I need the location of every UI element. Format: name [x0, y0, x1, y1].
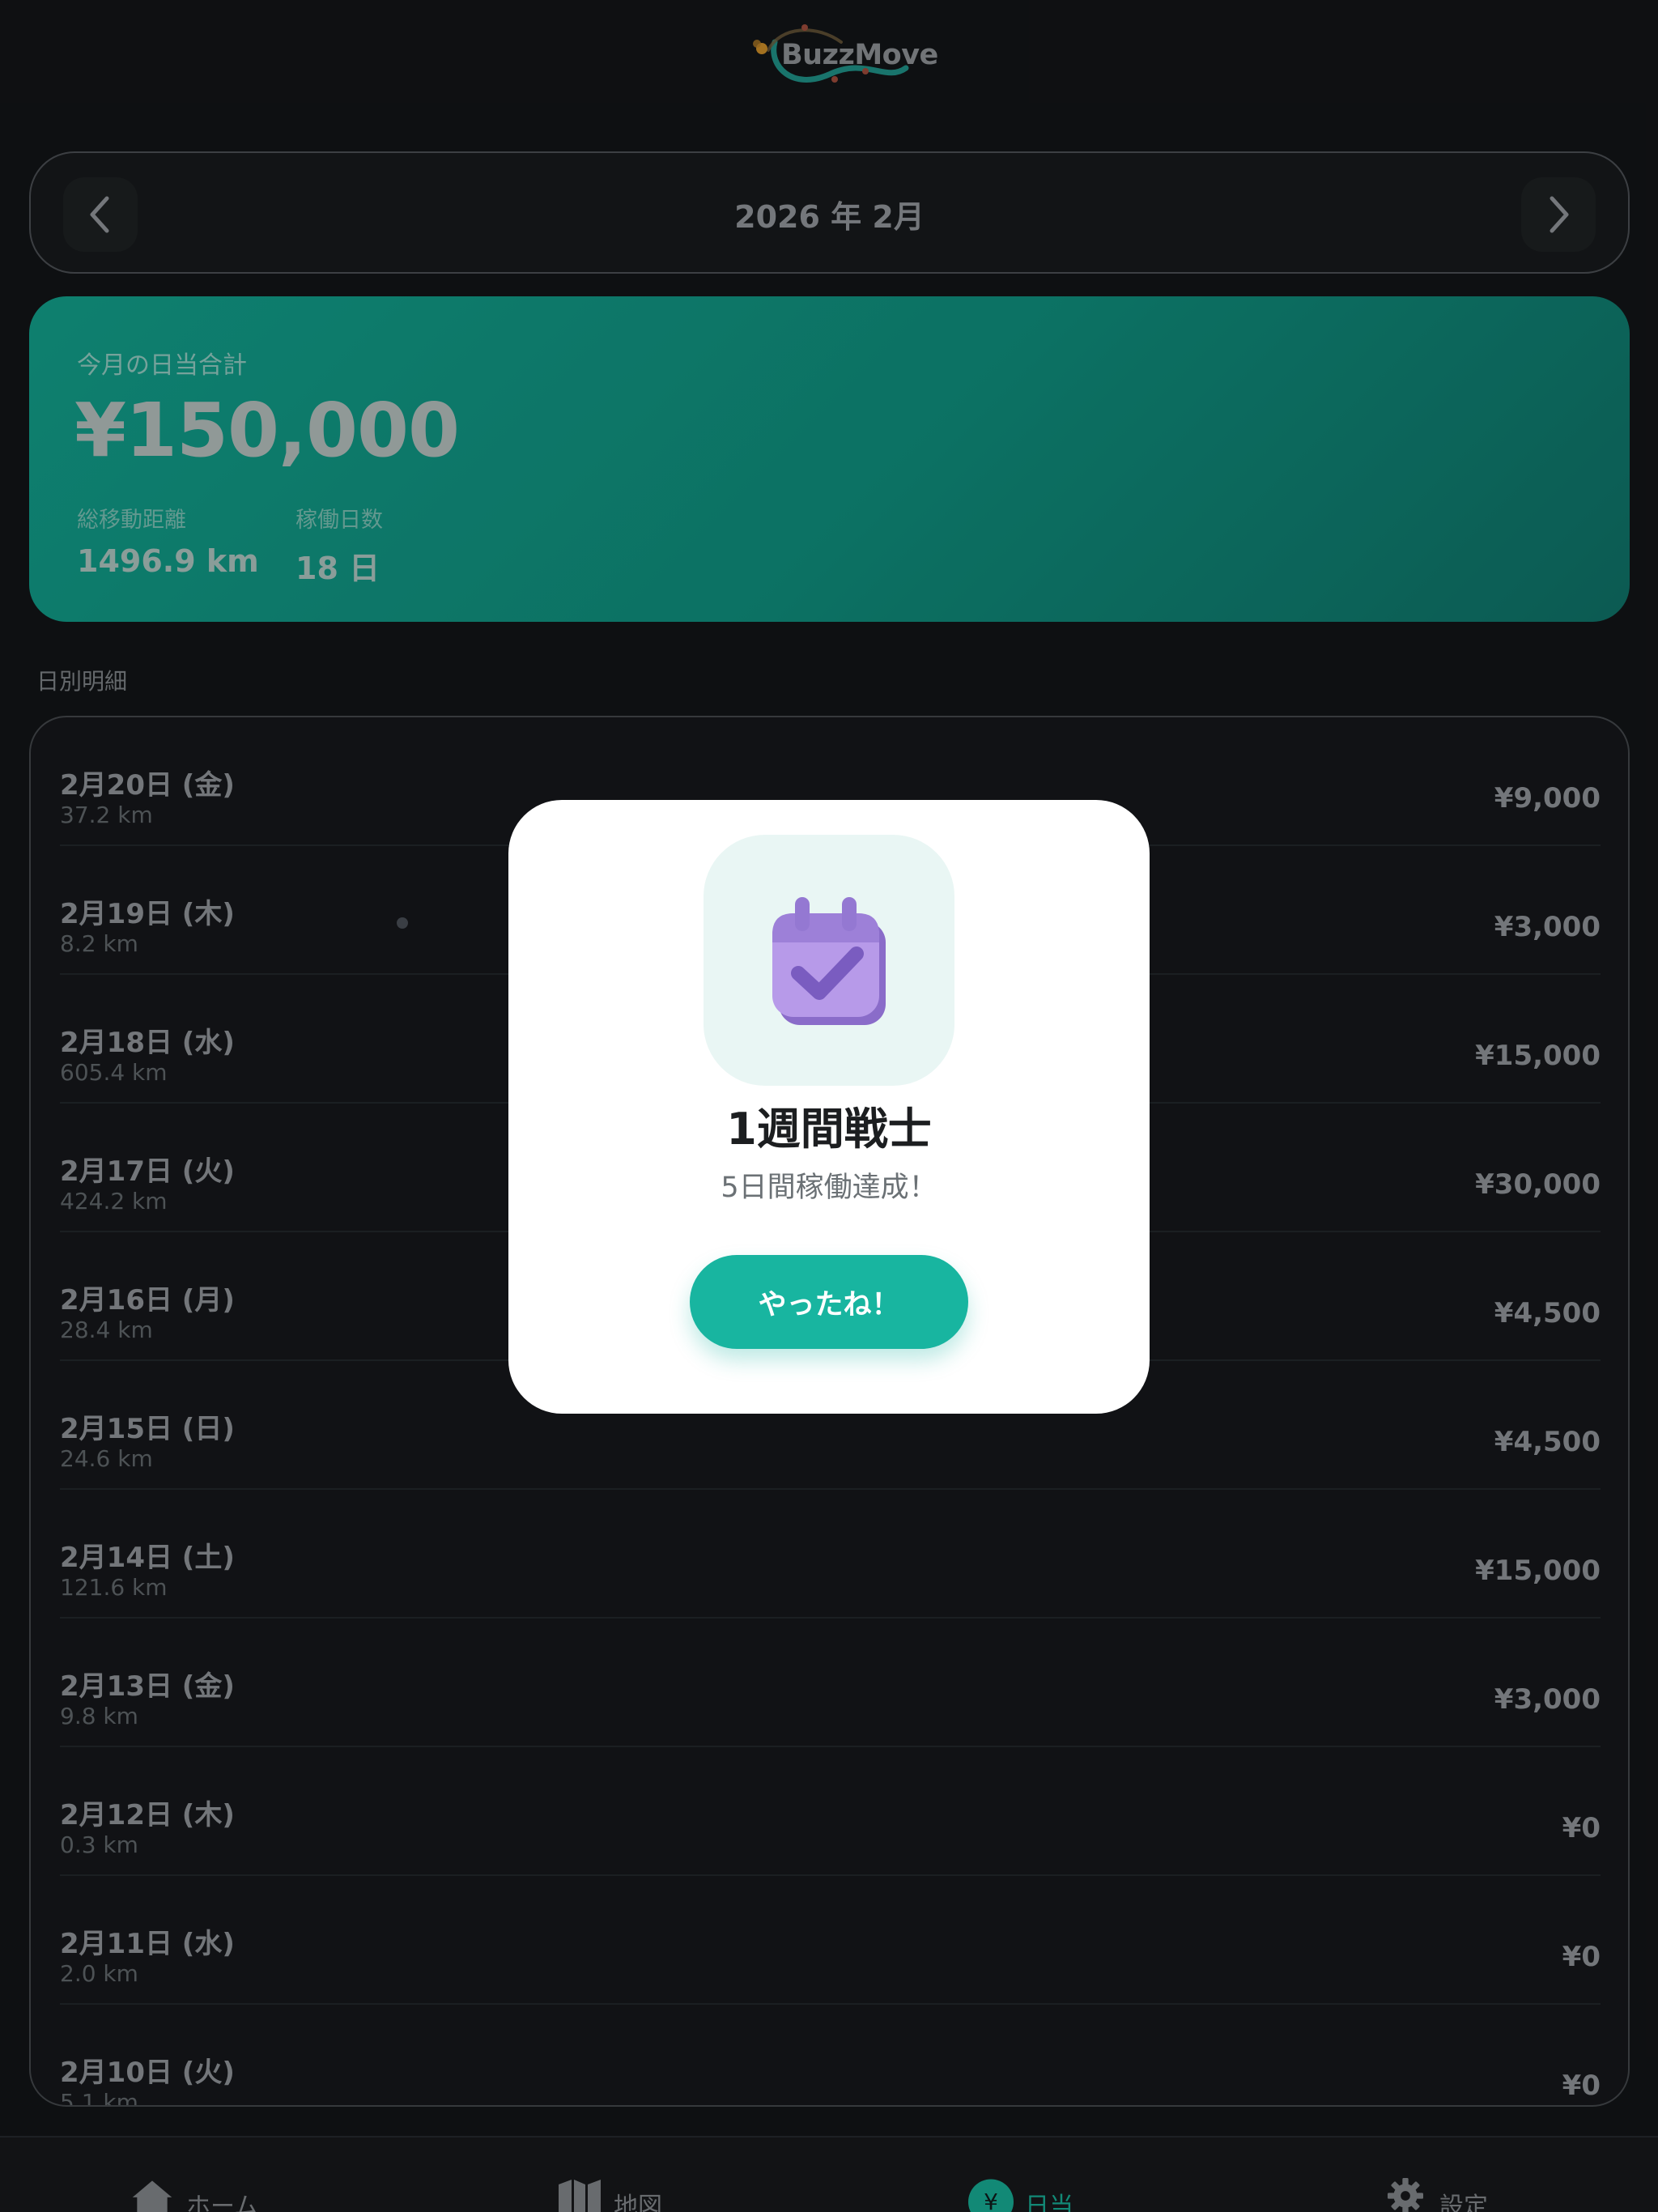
- modal-subtitle: 5日間稼働達成！: [721, 1172, 937, 1204]
- modal-title: 1週間戦士: [726, 1104, 932, 1155]
- sparkle-dot: [397, 917, 408, 929]
- app-root: BuzzMove 2026 年 2月 今月の日当合計 ¥150,000 総移動距…: [0, 0, 1658, 2212]
- achievement-modal: 1週間戦士 5日間稼働達成！ やったね！: [508, 800, 1150, 1414]
- calendar-check-icon: [772, 897, 886, 1025]
- confirm-button[interactable]: やったね！: [690, 1255, 968, 1349]
- achievement-badge: [704, 835, 954, 1086]
